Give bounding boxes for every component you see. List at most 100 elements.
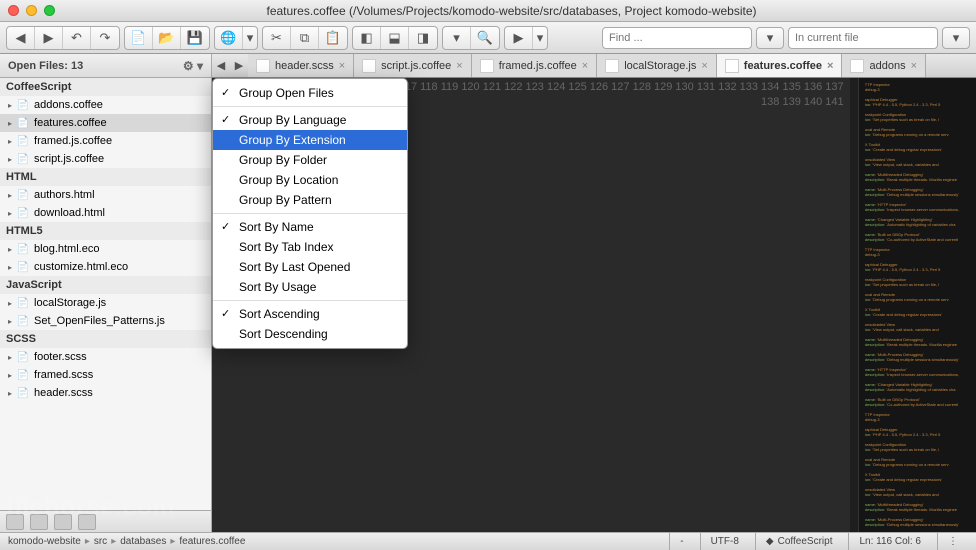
close-icon[interactable]: × [582,60,588,72]
gear-icon[interactable]: ⚙ ▾ [183,59,203,73]
menu-item[interactable]: ✓Sort By Name [213,217,407,237]
file-icon: 📄 [16,386,30,400]
breadcrumb-item[interactable]: komodo-website [8,536,81,547]
close-icon[interactable] [8,5,19,16]
menu-item[interactable]: Sort By Last Opened [213,257,407,277]
editor-tab[interactable]: localStorage.js × [597,54,717,77]
cut-button[interactable]: ✂ [263,27,291,49]
chevron-right-icon: ▸ [111,536,116,547]
scope-options-button[interactable]: ▾ [942,27,970,49]
breadcrumb[interactable]: komodo-website ▸ src ▸ databases ▸ features.co… [8,536,245,547]
status-encoding[interactable]: UTF-8 [700,533,749,550]
close-icon[interactable]: × [911,60,917,72]
window-title: features.coffee (/Volumes/Projects/komod… [55,4,968,18]
tab-label: framed.js.coffee [499,60,577,72]
file-icon: 📄 [16,134,30,148]
footer-button[interactable] [6,514,24,530]
chevron-right-icon: ▸ [170,536,175,547]
editor-tab[interactable]: header.scss × [248,54,354,77]
close-icon[interactable]: × [827,60,833,72]
menu-item[interactable]: Group By Pattern [213,190,407,210]
file-item[interactable]: ▸📄customize.html.eco [0,258,211,276]
category-header: HTML5 [0,222,211,240]
editor-tab[interactable]: framed.js.coffee × [472,54,598,77]
file-item[interactable]: ▸📄download.html [0,204,211,222]
file-icon: 📄 [16,188,30,202]
redo-button[interactable]: ↷ [91,27,119,49]
file-item[interactable]: ▸📄Set_OpenFiles_Patterns.js [0,312,211,330]
panel-left-button[interactable]: ◧ [353,27,381,49]
code-editor[interactable]: TTP Inspector' debug-3' raphical Debugge… [850,78,858,532]
file-item[interactable]: ▸📄framed.scss [0,366,211,384]
menu-item[interactable]: Sort Descending [213,324,407,344]
tab-label: header.scss [275,60,334,72]
browser-button[interactable]: 🌐 [215,27,243,49]
panel-bottom-button[interactable]: ⬓ [381,27,409,49]
find-button[interactable]: 🔍 [471,27,499,49]
status-extra[interactable]: ⋮ [937,533,968,550]
editor-tab[interactable]: features.coffee× [717,54,843,77]
paste-button[interactable]: 📋 [319,27,347,49]
breadcrumb-item[interactable]: features.coffee [179,536,245,547]
file-item[interactable]: ▸📄addons.coffee [0,96,211,114]
footer-button[interactable] [54,514,72,530]
tab-scroll-left[interactable]: ◀ [212,54,230,77]
file-name: framed.js.coffee [34,135,112,147]
file-item[interactable]: ▸📄localStorage.js [0,294,211,312]
editor-tab[interactable]: script.js.coffee× [354,54,472,77]
tab-scroll-right[interactable]: ▶ [230,54,248,77]
save-button[interactable]: 💾 [181,27,209,49]
close-icon[interactable]: × [339,60,345,72]
menu-item[interactable]: ✓Group By Language [213,110,407,130]
close-icon[interactable]: × [701,60,707,72]
new-file-button[interactable]: 📄 [125,27,153,49]
menu-item[interactable]: Sort By Tab Index [213,237,407,257]
chevron-right-icon: ▸ [85,536,90,547]
find-scope-input[interactable] [788,27,938,49]
panel-right-button[interactable]: ◨ [409,27,437,49]
file-name: script.js.coffee [34,153,104,165]
status-position: Ln: 116 Col: 6 [848,533,931,550]
recent-button[interactable]: ▾ [443,27,471,49]
open-button[interactable]: 📂 [153,27,181,49]
menu-item[interactable]: Group By Extension [213,130,407,150]
file-icon: 📄 [16,152,30,166]
run-dropdown[interactable]: ▾ [533,27,547,49]
back-button[interactable]: ◀ [7,27,35,49]
file-icon: 📄 [16,242,30,256]
menu-separator [213,300,407,301]
file-item[interactable]: ▸📄header.scss [0,384,211,402]
copy-button[interactable]: ⧉ [291,27,319,49]
forward-button[interactable]: ▶ [35,27,63,49]
footer-button[interactable] [30,514,48,530]
minimize-icon[interactable] [26,5,37,16]
zoom-icon[interactable] [44,5,55,16]
open-files-sidebar: Open Files: 13 ⚙ ▾ CoffeeScript▸📄addons.… [0,54,212,532]
undo-button[interactable]: ↶ [63,27,91,49]
file-item[interactable]: ▸📄blog.html.eco [0,240,211,258]
browser-dropdown[interactable]: ▾ [243,27,257,49]
run-button[interactable]: ▶ [505,27,533,49]
toolbar: ◀ ▶ ↶ ↷ 📄 📂 💾 🌐 ▾ ✂ ⧉ 📋 ◧ ⬓ ◨ ▾ 🔍 ▶ ▾ ▾ … [0,22,976,54]
tab-label: localStorage.js [624,60,696,72]
breadcrumb-item[interactable]: src [94,536,107,547]
file-item[interactable]: ▸📄script.js.coffee [0,150,211,168]
footer-button[interactable] [78,514,96,530]
disclosure-icon: ▸ [8,137,12,146]
status-language[interactable]: ◆CoffeeScript [755,533,843,550]
find-options-button[interactable]: ▾ [756,27,784,49]
editor-tab[interactable]: addons× [842,54,926,77]
menu-item[interactable]: ✓Sort Ascending [213,304,407,324]
file-item[interactable]: ▸ 📄 framed.js.coffee [0,132,211,150]
menu-item[interactable]: ✓Group Open Files [213,83,407,103]
menu-item[interactable]: Sort By Usage [213,277,407,297]
minimap[interactable]: TTP Inspector debug-3 raphical Debugger … [858,78,976,532]
menu-item[interactable]: Group By Folder [213,150,407,170]
breadcrumb-item[interactable]: databases [120,536,166,547]
file-item[interactable]: ▸📄features.coffee [0,114,211,132]
file-item[interactable]: ▸📄authors.html [0,186,211,204]
close-icon[interactable]: × [456,60,462,72]
file-item[interactable]: ▸📄footer.scss [0,348,211,366]
find-input[interactable] [602,27,752,49]
menu-item[interactable]: Group By Location [213,170,407,190]
